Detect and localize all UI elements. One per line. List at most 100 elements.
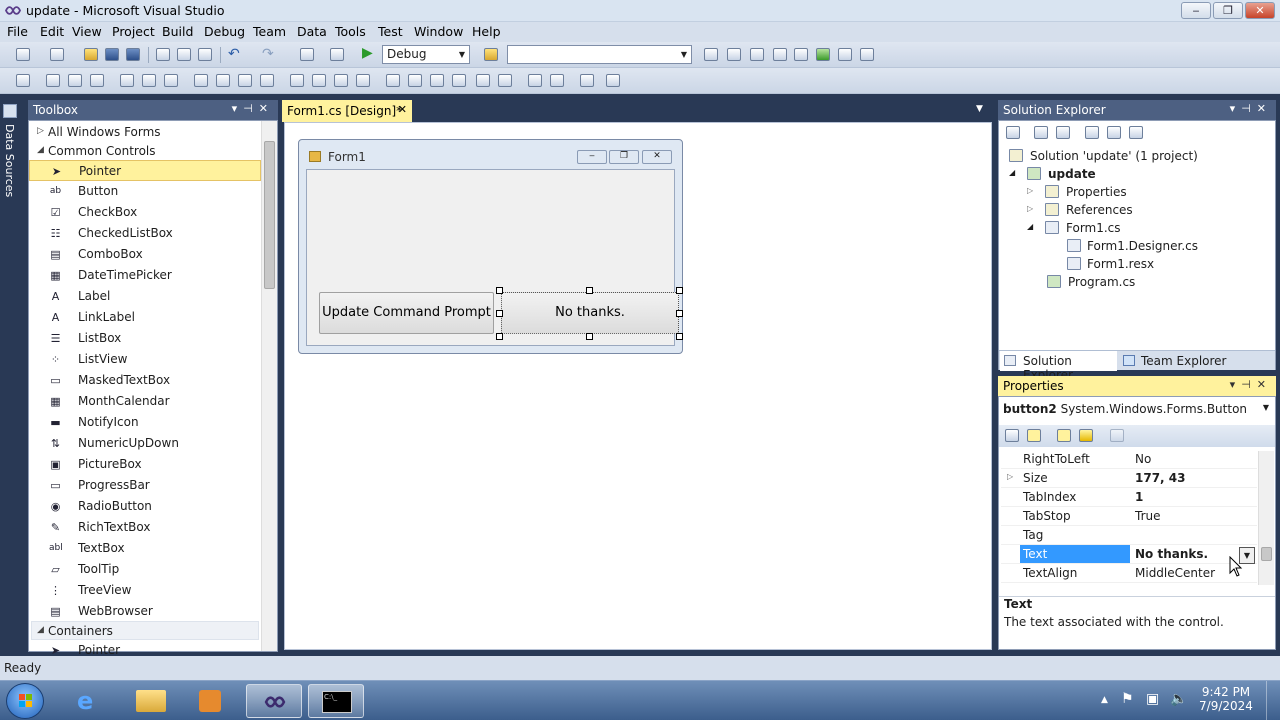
align-tops-icon[interactable] [120, 74, 134, 87]
property-value[interactable]: No [1135, 452, 1151, 466]
refresh-icon[interactable] [1056, 126, 1070, 139]
property-value[interactable]: True [1135, 509, 1161, 523]
property-value[interactable]: MiddleCenter [1135, 566, 1215, 580]
menu-tools[interactable]: Tools [335, 24, 366, 39]
resize-handle[interactable] [676, 310, 683, 317]
toolbox-item-numericupdown[interactable]: ⇅ NumericUpDown [29, 433, 261, 454]
open-file-icon[interactable] [84, 48, 98, 61]
chevron-down-icon[interactable]: ▼ [976, 104, 983, 114]
toolbox-item-richtextbox[interactable]: ✎ RichTextBox [29, 517, 261, 538]
menu-view[interactable]: View [72, 24, 102, 39]
toolbox-item-checkedlistbox[interactable]: ☷ CheckedListBox [29, 223, 261, 244]
increase-vertical-spacing-icon[interactable] [408, 74, 422, 87]
object-browser-icon[interactable] [750, 48, 764, 61]
category-containers[interactable]: ◢ Containers [31, 621, 259, 640]
toolbox-item-treeview[interactable]: ⋮ TreeView [29, 580, 261, 601]
class-diagram-icon[interactable] [1129, 126, 1143, 139]
toolbox-item-progressbar[interactable]: ▭ ProgressBar [29, 475, 261, 496]
toolbox-item-label[interactable]: A Label [29, 286, 261, 307]
increase-horizontal-spacing-icon[interactable] [312, 74, 326, 87]
taskbar-internet-explorer[interactable]: e [62, 684, 118, 718]
property-row-size[interactable]: Size 177, 43 ▷ [1001, 469, 1257, 488]
bring-to-front-icon[interactable] [528, 74, 542, 87]
remove-vertical-spacing-icon[interactable] [452, 74, 466, 87]
start-debugging-icon[interactable]: ▶ [362, 45, 373, 61]
toolbox-item-textbox[interactable]: abl TextBox [29, 538, 261, 559]
align-bottoms-icon[interactable] [164, 74, 178, 87]
toolbox-item-listview[interactable]: ⁘ ListView [29, 349, 261, 370]
toolbox-item-combobox[interactable]: ▤ ComboBox [29, 244, 261, 265]
toolbox-item-monthcalendar[interactable]: ▦ MonthCalendar [29, 391, 261, 412]
property-value[interactable]: 177, 43 [1135, 471, 1185, 485]
show-hidden-icons[interactable]: ▲ [1101, 695, 1108, 705]
chevron-right-icon[interactable]: ▷ [1007, 472, 1013, 481]
extension-manager-icon[interactable] [838, 48, 852, 61]
property-row-tabindex[interactable]: TabIndex 1 [1001, 488, 1257, 507]
property-row-tag[interactable]: Tag [1001, 526, 1257, 545]
chevron-down-icon[interactable]: ▾ [1230, 102, 1242, 115]
properties-view-icon[interactable] [1057, 429, 1071, 442]
lock-controls-icon[interactable] [580, 74, 594, 87]
button-update-command-prompt[interactable]: Update Command Prompt [319, 292, 494, 334]
align-rights-icon[interactable] [90, 74, 104, 87]
close-icon[interactable]: ✕ [1257, 378, 1272, 391]
save-all-icon[interactable] [126, 48, 140, 61]
property-row-textalign[interactable]: TextAlign MiddleCenter [1001, 564, 1257, 583]
start-page-icon[interactable] [816, 48, 830, 61]
menu-project[interactable]: Project [112, 24, 155, 39]
toolbox-item-notifyicon[interactable]: ▬ NotifyIcon [29, 412, 261, 433]
chevron-down-icon[interactable]: ▾ [1230, 378, 1242, 391]
cut-icon[interactable] [156, 48, 170, 61]
tab-solution-explorer[interactable]: Solution Explorer [1000, 351, 1117, 382]
toolbox-item-maskedtextbox[interactable]: ▭ MaskedTextBox [29, 370, 261, 391]
make-same-height-icon[interactable] [216, 74, 230, 87]
menu-edit[interactable]: Edit [40, 24, 64, 39]
minimize-button[interactable]: ‒ [1181, 2, 1211, 19]
property-value[interactable]: No thanks. [1135, 547, 1208, 561]
resize-handle[interactable] [676, 287, 683, 294]
menu-debug[interactable]: Debug [204, 24, 245, 39]
menu-file[interactable]: File [7, 24, 28, 39]
toolbox-item-tooltip[interactable]: ▱ ToolTip [29, 559, 261, 580]
close-icon[interactable]: ✕ [259, 102, 274, 115]
scroll-thumb[interactable] [264, 141, 275, 289]
resize-handle[interactable] [676, 333, 683, 340]
navigate-forward-icon[interactable] [330, 48, 344, 61]
undo-icon[interactable]: ↶ [228, 46, 240, 62]
categorized-icon[interactable] [1005, 429, 1019, 442]
find-combo[interactable]: ▼ [507, 45, 692, 64]
property-value[interactable]: 1 [1135, 490, 1143, 504]
navigate-backward-icon[interactable] [300, 48, 314, 61]
properties-icon[interactable] [1006, 126, 1020, 139]
decrease-horizontal-spacing-icon[interactable] [334, 74, 348, 87]
toolbox-item-checkbox[interactable]: ☑ CheckBox [29, 202, 261, 223]
button-no-thanks[interactable]: No thanks. [501, 292, 679, 334]
taskbar-explorer[interactable] [122, 684, 178, 718]
solution-explorer-icon[interactable] [704, 48, 718, 61]
alphabetical-icon[interactable] [1027, 429, 1041, 442]
size-to-grid-icon[interactable] [260, 74, 274, 87]
scroll-thumb[interactable] [1261, 547, 1272, 561]
start-button[interactable] [6, 683, 44, 719]
chevron-down-icon[interactable]: ▾ [232, 102, 244, 115]
remove-horizontal-spacing-icon[interactable] [356, 74, 370, 87]
tab-form1-design[interactable]: Form1.cs [Design]* ✕ [282, 100, 412, 122]
menu-data[interactable]: Data [297, 24, 327, 39]
redo-icon[interactable]: ↷ [262, 46, 274, 62]
make-same-size-icon[interactable] [238, 74, 252, 87]
toolbox-item-datetimepicker[interactable]: ▦ DateTimePicker [29, 265, 261, 286]
copy-icon[interactable] [177, 48, 191, 61]
center-horizontally-icon[interactable] [476, 74, 490, 87]
pin-icon[interactable]: ⊣ [1241, 102, 1257, 115]
object-selector[interactable]: button2 System.Windows.Forms.Button ▼ [1001, 399, 1273, 421]
toolbox-item-webbrowser[interactable]: ▤ WebBrowser [29, 601, 261, 622]
show-desktop-button[interactable] [1266, 681, 1280, 720]
resize-handle[interactable] [586, 333, 593, 340]
taskbar-media-player[interactable] [182, 684, 238, 718]
find-in-files-icon[interactable] [484, 48, 498, 61]
maximize-button[interactable]: ❐ [1213, 2, 1243, 19]
close-icon[interactable]: ✕ [398, 103, 407, 116]
menu-team[interactable]: Team [253, 24, 286, 39]
taskbar-visual-studio[interactable] [246, 684, 302, 718]
view-code-icon[interactable] [1085, 126, 1099, 139]
